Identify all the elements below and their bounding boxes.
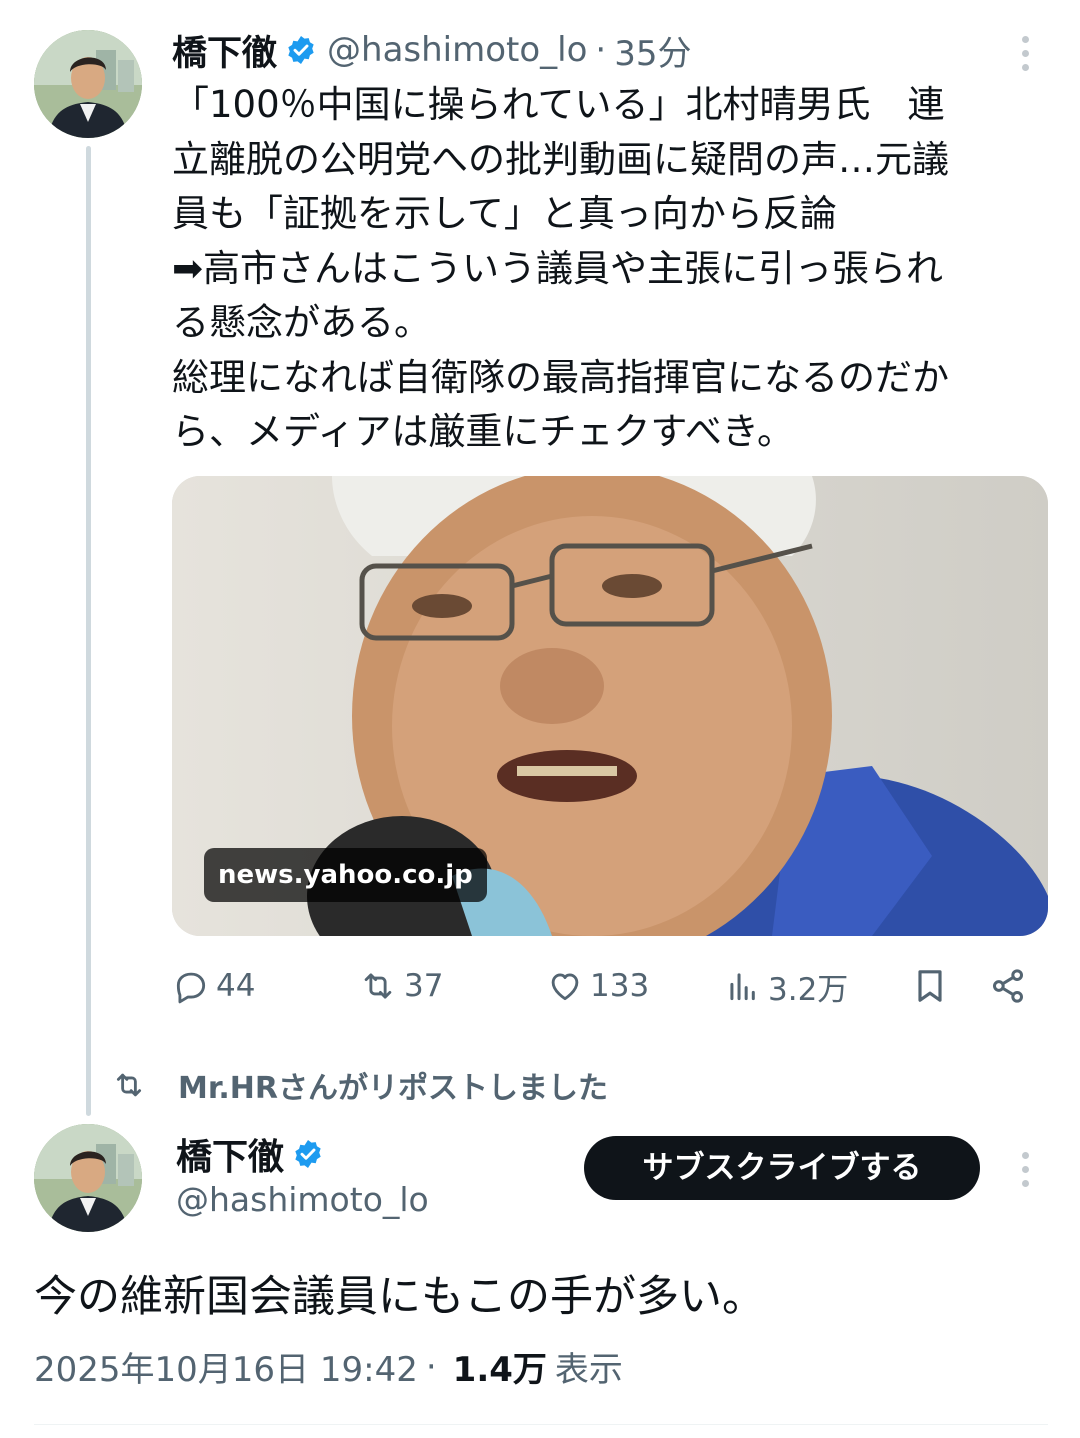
main-author-name-row: 橋下徹	[176, 1128, 334, 1180]
repost-icon	[364, 973, 392, 999]
author-avatar[interactable]	[34, 1124, 142, 1232]
tweet-action-bar: 44 37 133 3.2万	[172, 960, 1042, 1012]
more-options-icon[interactable]	[1020, 1152, 1030, 1187]
separator-dot: ·	[425, 1346, 437, 1387]
author-name[interactable]: 橋下徹	[172, 25, 277, 76]
link-card-image[interactable]: news.yahoo.co.jp	[172, 476, 1048, 936]
like-button[interactable]: 133	[546, 960, 649, 1012]
reply-count: 44	[216, 968, 256, 1004]
separator-dot: ·	[595, 30, 607, 70]
tweet-text-line: ら、メディアは厳重にチェクすべき。	[172, 410, 794, 453]
bookmark-button[interactable]	[910, 960, 956, 1012]
verified-badge-icon	[295, 1140, 321, 1168]
tweet-text-line: 「100％中国に操られている」北村晴男氏 連	[172, 83, 945, 126]
quoted-tweet-header: 橋下徹 @hashimoto_lo · 35分	[172, 26, 692, 74]
share-button[interactable]	[988, 960, 1034, 1012]
repost-banner: Mr.HRさんがリポストしました	[112, 1062, 608, 1108]
tweet-text-line: ➡高市さんはこういう議員や主張に引っ張られ	[172, 246, 944, 290]
views-count: 1.4万	[452, 1350, 547, 1390]
views-label: 表示	[554, 1350, 623, 1390]
repost-button[interactable]: 37	[358, 960, 443, 1012]
author-handle[interactable]: @hashimoto_lo	[327, 30, 587, 70]
repost-banner-label[interactable]: Mr.HRさんがリポストしました	[178, 1063, 608, 1107]
heart-icon	[551, 973, 579, 1001]
tweet-text-line: 立離脱の公明党への批判動画に疑問の声…元議	[172, 137, 949, 181]
tweet-text-line: る懸念がある。	[172, 301, 431, 344]
repost-icon	[116, 1073, 142, 1097]
repost-count: 37	[404, 968, 444, 1004]
divider	[34, 1424, 1048, 1425]
quoted-tweet-text: 「100％中国に操られている」北村晴男氏 連 立離脱の公明党への批判動画に疑問の…	[172, 78, 1042, 460]
author-avatar[interactable]	[34, 30, 142, 138]
post-time[interactable]: 35分	[614, 26, 691, 75]
analytics-icon	[730, 973, 755, 1001]
like-count: 133	[590, 968, 650, 1004]
share-icon	[993, 969, 1023, 1003]
tweet-text-line: 総理になれば自衛隊の最高指揮官になるのだか	[172, 355, 949, 399]
author-handle[interactable]: @hashimoto_lo	[176, 1180, 429, 1219]
verified-badge-icon	[288, 36, 314, 64]
views-button[interactable]: 3.2万	[724, 960, 848, 1012]
thread-connector-line	[86, 146, 91, 1116]
tweet-meta: 2025年10月16日 19:42 · 1.4万 表示	[34, 1342, 623, 1391]
bookmark-icon	[918, 970, 942, 1002]
reply-icon	[176, 972, 206, 1004]
more-options-icon[interactable]	[1020, 36, 1030, 71]
post-timestamp[interactable]: 2025年10月16日 19:42	[34, 1342, 418, 1391]
view-count: 3.2万	[768, 971, 849, 1008]
main-tweet-text: 今の維新国会議員にもこの手が多い。	[34, 1272, 765, 1322]
reply-button[interactable]: 44	[172, 960, 255, 1012]
author-name[interactable]: 橋下徹	[176, 1128, 284, 1180]
tweet-text-line: 員も「証拠を示して」と真っ向から反論	[172, 192, 837, 235]
link-domain-label: news.yahoo.co.jp	[204, 848, 487, 902]
subscribe-button[interactable]: サブスクライブする	[584, 1136, 980, 1200]
